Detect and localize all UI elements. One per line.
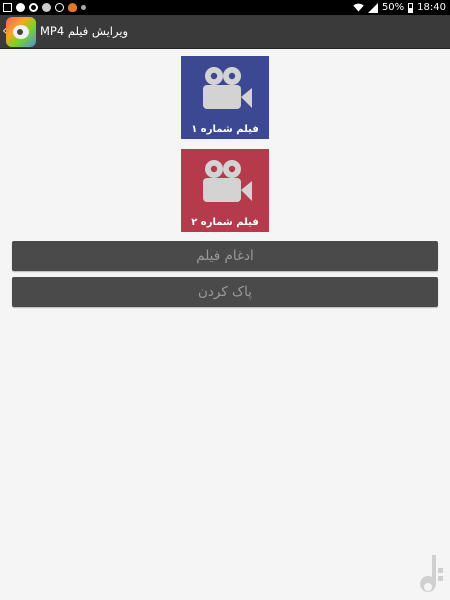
gallery-icon: [3, 3, 12, 12]
fire-icon: [68, 3, 77, 12]
clear-button[interactable]: پاک کردن: [12, 277, 438, 307]
heart-icon: [42, 3, 51, 12]
camera-icon: [203, 160, 252, 202]
clock: 18:40: [417, 2, 446, 13]
ring-icon: [29, 3, 38, 12]
notification-icons: [3, 1, 86, 14]
status-bar: 50% 18:40: [0, 0, 450, 15]
watermark-logo-icon: [420, 555, 443, 592]
film-1-tile[interactable]: فیلم شماره ۱: [181, 56, 269, 139]
circle-icon: [16, 3, 25, 12]
battery-icon: [408, 2, 414, 13]
film-1-label: فیلم شماره ۱: [191, 124, 259, 135]
app-logo-icon[interactable]: [6, 17, 36, 47]
battery-percent: 50%: [381, 2, 405, 13]
film-2-label: فیلم شماره ۲: [191, 217, 259, 228]
dot-icon: [81, 5, 86, 10]
wifi-icon: [353, 3, 364, 12]
app-bar: ‹ ویرایش فیلم MP4: [0, 15, 450, 49]
page-title: ویرایش فیلم MP4: [40, 24, 129, 38]
camera-icon: [203, 67, 252, 109]
signal-icon: [367, 2, 378, 13]
film-2-tile[interactable]: فیلم شماره ۲: [181, 149, 269, 232]
system-status: 50% 18:40: [353, 0, 446, 15]
merge-films-button[interactable]: ادغام فیلم: [12, 241, 438, 271]
check-icon: [55, 3, 64, 12]
